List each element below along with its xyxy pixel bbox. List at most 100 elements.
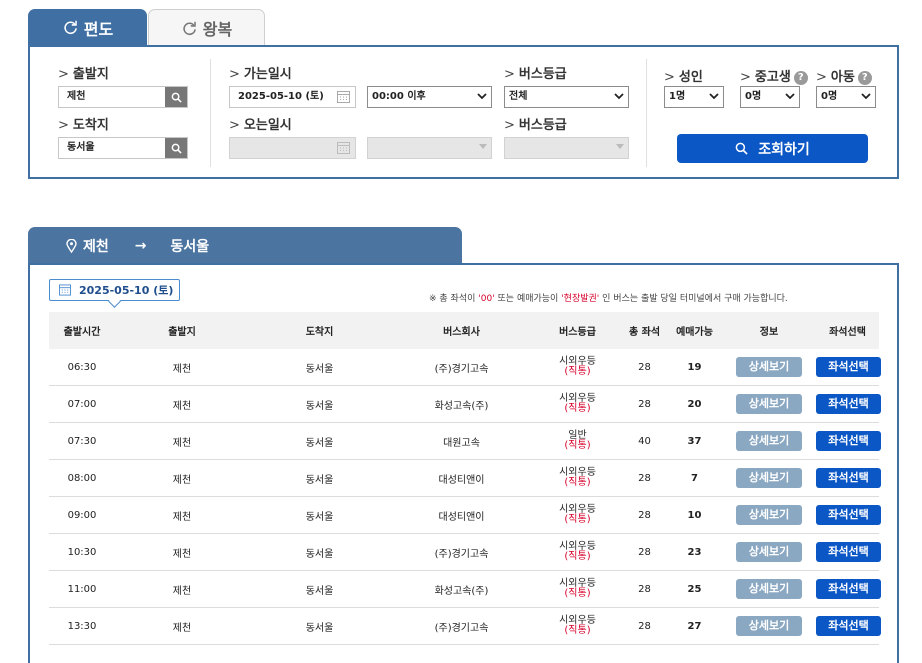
departure-time: 11:00	[67, 583, 97, 595]
table-row: 11:00 제천 동서울 화성고속(주) 시외우등 (직통) 28 25 상세보기 좌석선택	[49, 571, 881, 608]
arrival-terminal: 동서울	[305, 585, 334, 597]
arrival-value: 동서울	[67, 142, 95, 153]
bus-grade: 시외우등 (직통)	[533, 468, 622, 488]
bus-grade-sub: (직통)	[564, 551, 591, 562]
seat-select-button[interactable]: 좌석선택	[816, 616, 881, 636]
youth-select[interactable]: 0명	[740, 86, 800, 108]
seat-select-button[interactable]: 좌석선택	[816, 394, 881, 414]
total-seats: 28	[638, 361, 651, 373]
return-date-label: > 오는일시	[229, 118, 292, 133]
child-select[interactable]: 0명	[816, 86, 876, 108]
detail-button[interactable]: 상세보기	[736, 357, 802, 377]
bus-grade-sub: (직통)	[564, 440, 591, 451]
detail-button[interactable]: 상세보기	[736, 431, 802, 451]
detail-button[interactable]: 상세보기	[736, 394, 802, 414]
detail-button[interactable]: 상세보기	[736, 616, 802, 636]
notice-text: ※ 총 좌석이 '00' 또는 예매가능이 '현장발권' 인 버스는 출발 당일…	[429, 294, 788, 304]
go-time-select[interactable]: 00:00 이후	[367, 86, 492, 108]
arrival-terminal: 동서울	[305, 622, 334, 634]
result-date-value: 2025-05-10 (토)	[79, 284, 174, 297]
grade-value: 전체	[509, 91, 528, 102]
location-pin-icon	[66, 239, 77, 253]
arrival-label: > 도착지	[58, 118, 109, 133]
help-icon[interactable]: ?	[857, 71, 872, 85]
youth-value: 0명	[745, 91, 762, 102]
departure-label: > 출발지	[58, 67, 109, 82]
header-company: 버스회사	[443, 327, 480, 338]
total-seats: 28	[638, 546, 651, 558]
departure-value: 제천	[67, 91, 86, 102]
header-to: 도착지	[305, 327, 334, 338]
header-seat-select: 좌석선택	[829, 327, 866, 338]
bus-grade: 시외우등 (직통)	[533, 579, 622, 599]
chevron-down-icon	[709, 93, 719, 100]
available-seats: 37	[687, 435, 702, 447]
total-seats: 40	[638, 435, 651, 447]
route-from: 제천	[83, 239, 109, 255]
detail-button[interactable]: 상세보기	[736, 579, 802, 599]
departure-time: 07:00	[67, 398, 97, 410]
arrival-terminal: 동서울	[305, 474, 334, 486]
table-row: 10:30 제천 동서울 (주)경기고속 시외우등 (직통) 28 23 상세보기 좌석선택	[49, 534, 881, 571]
available-seats: 23	[687, 546, 702, 558]
total-seats: 28	[638, 509, 651, 521]
bus-company: 대원고속	[443, 437, 480, 449]
refresh-icon	[183, 21, 196, 35]
go-date-field[interactable]: 2025-05-10 (토)	[229, 86, 356, 108]
arrival-search-button[interactable]	[165, 138, 187, 158]
available-seats: 25	[687, 583, 702, 595]
chevron-down-icon	[477, 93, 487, 100]
departure-field[interactable]: 제천	[58, 86, 188, 108]
departure-terminal: 제천	[172, 474, 192, 486]
seat-select-button[interactable]: 좌석선택	[816, 431, 881, 451]
return-date-field	[229, 137, 356, 159]
go-date-label: > 가는일시	[229, 67, 292, 82]
detail-button[interactable]: 상세보기	[736, 505, 802, 525]
adult-select[interactable]: 1명	[664, 86, 724, 108]
search-submit-button[interactable]: 조회하기	[677, 134, 868, 163]
detail-button[interactable]: 상세보기	[736, 542, 802, 562]
seat-select-button[interactable]: 좌석선택	[816, 468, 881, 488]
departure-search-button[interactable]	[165, 87, 187, 107]
chevron-down-icon	[616, 144, 624, 149]
seat-select-button[interactable]: 좌석선택	[816, 357, 881, 377]
available-seats: 27	[687, 620, 702, 632]
help-icon[interactable]: ?	[793, 71, 808, 85]
seat-select-button[interactable]: 좌석선택	[816, 579, 881, 599]
departure-terminal: 제천	[172, 548, 192, 560]
tab-roundtrip[interactable]: 왕복	[148, 9, 265, 46]
tab-oneway[interactable]: 편도	[28, 9, 147, 46]
seat-select-button[interactable]: 좌석선택	[816, 505, 881, 525]
chevron-down-icon	[861, 93, 871, 100]
seat-select-button[interactable]: 좌석선택	[816, 542, 881, 562]
calendar-icon	[337, 142, 350, 154]
available-seats: 19	[687, 361, 702, 373]
total-seats: 28	[638, 472, 651, 484]
bus-grade: 시외우등 (직통)	[533, 505, 622, 525]
header-departure-time: 출발시간	[63, 327, 101, 338]
departure-terminal: 제천	[172, 622, 192, 634]
header-info: 정보	[759, 327, 779, 338]
departure-time: 07:30	[67, 435, 97, 447]
search-icon	[171, 143, 182, 154]
search-icon	[171, 92, 182, 103]
header-from: 출발지	[168, 327, 196, 338]
departure-terminal: 제천	[172, 511, 192, 523]
arrival-field[interactable]: 동서울	[58, 137, 188, 159]
refresh-icon	[64, 20, 77, 35]
header-total-seats: 총 좌석	[628, 327, 661, 338]
table-row: 07:00 제천 동서울 화성고속(주) 시외우등 (직통) 28 20 상세보기 좌석선택	[49, 386, 881, 423]
calendar-icon	[59, 284, 71, 296]
departure-terminal: 제천	[172, 400, 192, 412]
divider	[646, 59, 647, 167]
grade-select[interactable]: 전체	[504, 86, 629, 108]
detail-button[interactable]: 상세보기	[736, 468, 802, 488]
search-icon	[735, 142, 748, 155]
table-row: 09:00 제천 동서울 대성티앤이 시외우등 (직통) 28 10 상세보기 좌석선택	[49, 497, 881, 534]
schedule-table: 출발시간 출발지 도착지 버스회사 버스등급 총 좌석 예매가능 정보 좌석선택…	[49, 312, 881, 645]
header-grade: 버스등급	[559, 327, 596, 338]
go-date-value: 2025-05-10 (토)	[238, 91, 324, 102]
chevron-down-icon	[614, 93, 624, 100]
search-panel: > 출발지 제천 > 도착지 동서울 > 가는일시 2025-05-10 (토) 00…	[28, 45, 899, 179]
route-to: 동서울	[170, 239, 210, 255]
